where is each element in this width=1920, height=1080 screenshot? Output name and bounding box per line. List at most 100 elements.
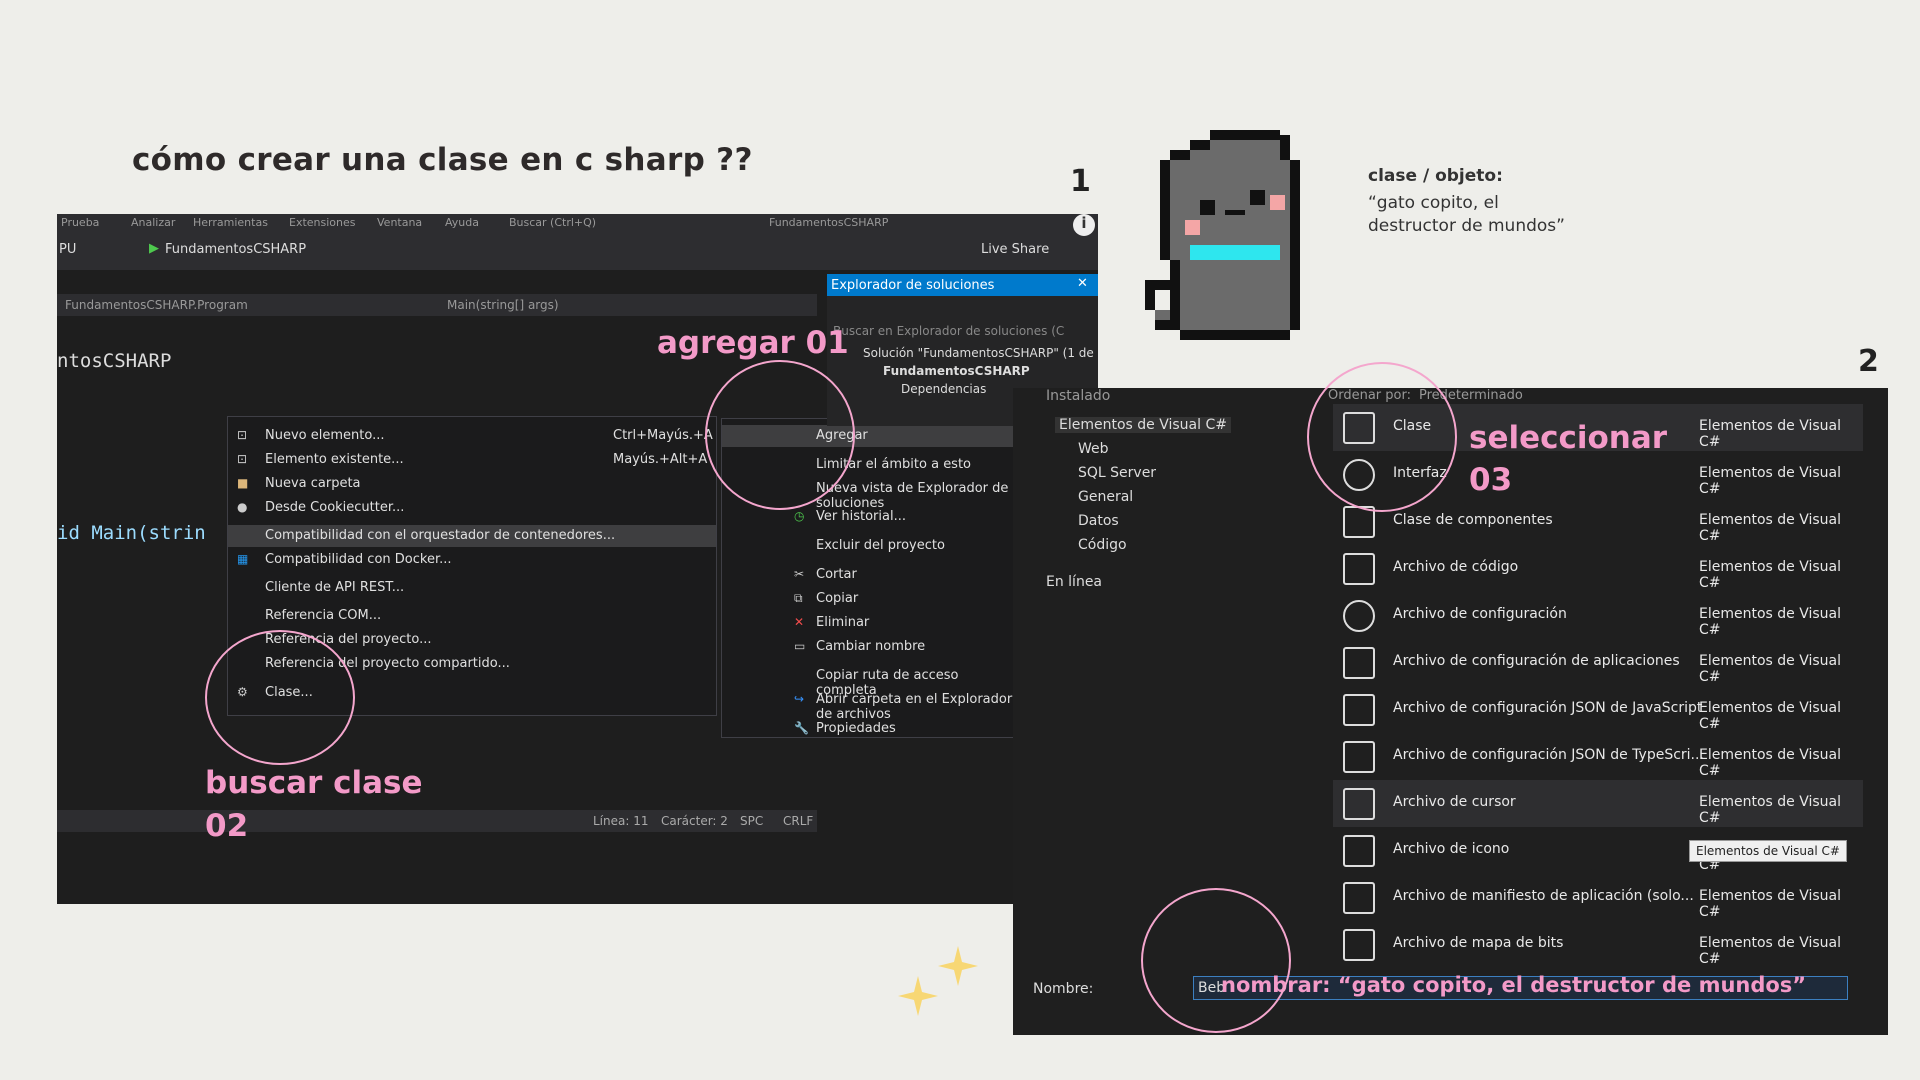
bitmap-icon [1343, 929, 1375, 961]
wrench-icon: 🔧 [794, 721, 809, 735]
ctx-copiar[interactable]: ⧉ Copiar [722, 588, 1020, 610]
tree-sql-server[interactable]: SQL Server [1078, 465, 1156, 481]
annotation-seleccionar-line1: seleccionar [1469, 420, 1668, 456]
play-icon[interactable]: ▶ [149, 241, 159, 256]
ctx-abrir-carpeta[interactable]: ↪ Abrir carpeta en el Explorador de archi… [722, 689, 1020, 722]
menu-item-referencia-com[interactable]: Referencia COM... [228, 605, 716, 627]
template-item[interactable]: Archivo de configuración JSON de JavaScr… [1333, 686, 1863, 733]
status-bar: Línea: 11 Carácter: 2 SPC CRLF [57, 810, 817, 832]
navigation-bar: FundamentosCSHARP.Program Main(string[] … [57, 294, 817, 316]
status-crlf: CRLF [783, 814, 814, 828]
status-line: Línea: 11 [593, 814, 649, 828]
tree-visual-csharp[interactable]: Elementos de Visual C# [1055, 417, 1231, 433]
json-config-icon [1343, 741, 1375, 773]
status-char: Carácter: 2 [661, 814, 728, 828]
tooltip: Elementos de Visual C# [1689, 840, 1847, 862]
run-button[interactable]: FundamentosCSHARP [165, 242, 306, 257]
tree-web[interactable]: Web [1078, 441, 1109, 457]
menu-item-elemento-existente[interactable]: ⊡ Elemento existente... Mayús.+Alt+A [228, 449, 716, 471]
template-item[interactable]: Archivo de cursor Elementos de Visual C# [1333, 780, 1863, 827]
annotation-buscar-line1: buscar clase [205, 765, 423, 801]
gear-icon [1343, 600, 1375, 632]
ctx-eliminar[interactable]: ✕ Eliminar [722, 612, 1020, 634]
annotation-agregar: agregar 01 [657, 325, 849, 361]
menu-item-api-rest[interactable]: Cliente de API REST... [228, 577, 716, 599]
menu-prueba[interactable]: Prueba [61, 216, 99, 229]
code-main: id Main(strin [57, 522, 206, 544]
menu-item-orquestador[interactable]: Compatibilidad con el orquestador de con… [228, 525, 716, 547]
tree-general[interactable]: General [1078, 489, 1133, 505]
solution-explorer-title: Explorador de soluciones [831, 278, 995, 293]
template-item[interactable]: Archivo de mapa de bits Elementos de Visu… [1333, 921, 1863, 968]
project-node[interactable]: FundamentosCSHARP [883, 364, 1030, 378]
rename-icon: ▭ [794, 639, 806, 653]
toolbar: PU ▶ FundamentosCSHARP Live Share [57, 232, 1098, 270]
cursor-icon [1343, 788, 1375, 820]
scissors-icon: ✂ [794, 567, 805, 581]
menu-item-docker[interactable]: ▦ Compatibilidad con Docker... [228, 549, 716, 571]
menu-extensiones[interactable]: Extensiones [289, 216, 356, 229]
history-icon: ◷ [794, 509, 805, 523]
copy-icon: ⧉ [794, 591, 803, 605]
note-line1: “gato copito, el [1368, 193, 1499, 213]
info-icon[interactable]: i [1073, 214, 1095, 236]
close-icon[interactable]: ✕ [1077, 276, 1088, 291]
template-item[interactable]: Archivo de configuración de aplicaciones… [1333, 639, 1863, 686]
menu-ayuda[interactable]: Ayuda [445, 216, 479, 229]
solution-node[interactable]: Solución "FundamentosCSHARP" (1 de [863, 346, 1094, 360]
highlight-circle-seleccionar [1307, 362, 1457, 512]
highlight-circle-clase [205, 630, 355, 765]
cookie-icon: ● [237, 500, 248, 514]
ctx-copiar-ruta[interactable]: Copiar ruta de acceso completa [722, 665, 1020, 698]
icon-file-icon [1343, 835, 1375, 867]
annotation-seleccionar-line2: 03 [1469, 462, 1513, 498]
menu-analizar[interactable]: Analizar [131, 216, 175, 229]
ctx-propiedades[interactable]: 🔧 Propiedades [722, 718, 1020, 740]
nav-member-dropdown[interactable]: Main(string[] args) [447, 298, 559, 312]
dependencies-node[interactable]: Dependencias [901, 382, 986, 396]
highlight-circle-agregar [705, 360, 855, 510]
menu-bar: Prueba Analizar Herramientas Extensiones… [57, 214, 1098, 232]
menu-item-nueva-carpeta[interactable]: ■ Nueva carpeta [228, 473, 716, 495]
name-label: Nombre: [1033, 981, 1094, 997]
nav-class-dropdown[interactable]: FundamentosCSHARP.Program [65, 298, 248, 312]
ctx-ver-historial[interactable]: ◷ Ver historial... [722, 506, 1020, 528]
app-config-icon [1343, 647, 1375, 679]
menu-herramientas[interactable]: Herramientas [193, 216, 268, 229]
annotation-nombrar: nombrar: “gato copito, el destructor de … [1221, 973, 1807, 997]
tree-en-linea[interactable]: En línea [1046, 574, 1102, 590]
existing-item-icon: ⊡ [237, 452, 248, 466]
solution-search[interactable]: Buscar en Explorador de soluciones (C [833, 324, 1064, 338]
menu-ventana[interactable]: Ventana [377, 216, 422, 229]
tree-codigo[interactable]: Código [1078, 537, 1127, 553]
docker-icon: ▦ [237, 552, 249, 566]
menu-item-cookiecutter[interactable]: ● Desde Cookiecutter... [228, 497, 716, 519]
template-item[interactable]: Archivo de código Elementos de Visual C# [1333, 545, 1863, 592]
template-item[interactable]: Archivo de configuración Elementos de Vis… [1333, 592, 1863, 639]
window-title: FundamentosCSHARP [769, 216, 889, 229]
json-config-icon [1343, 694, 1375, 726]
template-item[interactable]: Archivo de manifiesto de aplicación (sol… [1333, 874, 1863, 921]
code-namespace: ntosCSHARP [57, 350, 172, 372]
code-file-icon [1343, 553, 1375, 585]
ctx-excluir[interactable]: Excluir del proyecto [722, 535, 1020, 557]
platform-dropdown[interactable]: PU [59, 242, 76, 257]
note-heading: clase / objeto: [1368, 166, 1503, 186]
new-item-icon: ⊡ [237, 428, 248, 442]
open-folder-icon: ↪ [794, 692, 805, 706]
ctx-cortar[interactable]: ✂ Cortar [722, 564, 1020, 586]
menu-item-nuevo-elemento[interactable]: ⊡ Nuevo elemento... Ctrl+Mayús.+A [228, 425, 716, 447]
installed-label: Instalado [1046, 388, 1111, 404]
step-number-2: 2 [1858, 344, 1879, 379]
live-share-button[interactable]: Live Share [981, 242, 1049, 257]
status-spc: SPC [740, 814, 764, 828]
ctx-cambiar-nombre[interactable]: ▭ Cambiar nombre [722, 636, 1020, 658]
tree-datos[interactable]: Datos [1078, 513, 1119, 529]
template-item[interactable]: Archivo de configuración JSON de TypeScr… [1333, 733, 1863, 780]
sparkle-icon [898, 946, 978, 1016]
solution-explorer-header: Explorador de soluciones ✕ [827, 274, 1098, 296]
highlight-circle-nombrar [1141, 888, 1291, 1033]
page-title: cómo crear una clase en c sharp ?? [132, 142, 753, 178]
delete-icon: ✕ [794, 615, 805, 629]
search-box[interactable]: Buscar (Ctrl+Q) [509, 216, 596, 229]
